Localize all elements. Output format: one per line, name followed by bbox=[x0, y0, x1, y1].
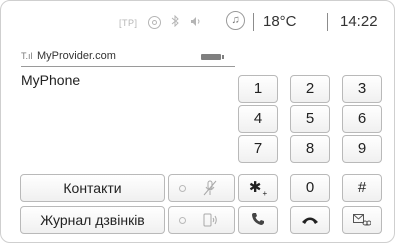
ring-icon bbox=[147, 16, 161, 29]
key-star[interactable]: ✱+ bbox=[238, 174, 278, 202]
status-bar: [TP] ♫ 18°C 14:22 bbox=[1, 1, 394, 43]
handset-toggle[interactable] bbox=[168, 206, 235, 234]
provider-divider bbox=[21, 66, 235, 67]
key-9[interactable]: 9 bbox=[342, 135, 382, 163]
key-2[interactable]: 2 bbox=[290, 75, 330, 103]
call-button[interactable] bbox=[238, 206, 278, 234]
key-hash[interactable]: # bbox=[342, 174, 382, 202]
key-0[interactable]: 0 bbox=[290, 174, 330, 202]
call-log-button[interactable]: Журнал дзвінків bbox=[20, 206, 165, 234]
mic-muted-icon bbox=[203, 180, 217, 199]
mute-mic-toggle[interactable] bbox=[168, 174, 235, 202]
hang-up-button[interactable] bbox=[290, 206, 330, 234]
key-4[interactable]: 4 bbox=[238, 105, 278, 133]
key-1[interactable]: 1 bbox=[238, 75, 278, 103]
hang-up-icon bbox=[301, 211, 319, 228]
indicator-led bbox=[179, 185, 186, 192]
status-icons: [TP] bbox=[119, 14, 202, 30]
contacts-button[interactable]: Контакти bbox=[20, 174, 165, 202]
key-6[interactable]: 6 bbox=[342, 105, 382, 133]
plus-sub: + bbox=[262, 189, 268, 198]
bluetooth-icon bbox=[171, 14, 180, 30]
phone-screen: [TP] ♫ 18°C 14:22 T.ıl MyProvider.com My… bbox=[0, 0, 395, 243]
key-7[interactable]: 7 bbox=[238, 135, 278, 163]
call-icon bbox=[251, 211, 265, 228]
clock: 14:22 bbox=[340, 13, 378, 30]
signal-strength-icon: T.ıl bbox=[21, 51, 33, 61]
provider-row: T.ıl MyProvider.com bbox=[21, 50, 235, 64]
key-8[interactable]: 8 bbox=[290, 135, 330, 163]
star-glyph: ✱ bbox=[248, 179, 262, 196]
provider-name: MyProvider.com bbox=[37, 50, 116, 62]
volume-icon bbox=[190, 16, 202, 30]
status-divider bbox=[327, 13, 328, 31]
status-divider bbox=[253, 13, 254, 31]
key-5[interactable]: 5 bbox=[290, 105, 330, 133]
music-note-icon[interactable]: ♫ bbox=[226, 11, 245, 30]
battery-icon bbox=[201, 54, 224, 60]
device-name: MyPhone bbox=[21, 72, 81, 88]
key-3[interactable]: 3 bbox=[342, 75, 382, 103]
indicator-led bbox=[179, 217, 186, 224]
temperature: 18°C bbox=[263, 13, 297, 30]
voicemail-icon bbox=[353, 207, 372, 233]
handset-speaker-icon bbox=[203, 212, 217, 231]
voicemail-button[interactable] bbox=[342, 206, 382, 234]
tp-icon: [TP] bbox=[119, 17, 138, 28]
